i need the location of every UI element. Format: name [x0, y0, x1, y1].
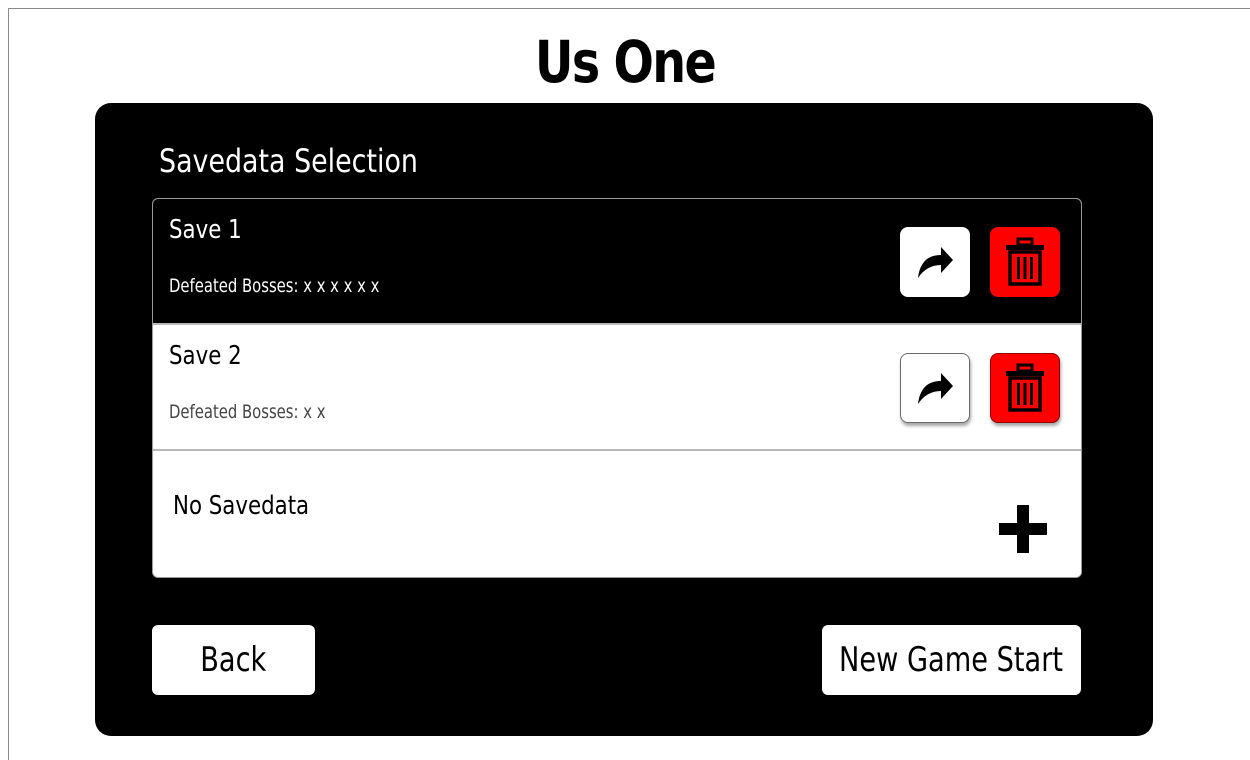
- trash-icon: [1006, 363, 1044, 412]
- trash-icon: [1006, 237, 1044, 286]
- load-save-1-button[interactable]: [900, 227, 970, 297]
- empty-save-slot[interactable]: No Savedata: [153, 451, 1081, 577]
- plus-icon: [999, 505, 1047, 553]
- delete-save-2-button[interactable]: [990, 353, 1060, 423]
- empty-slot-label: No Savedata: [173, 491, 310, 521]
- back-button[interactable]: Back: [152, 625, 315, 695]
- load-save-2-button[interactable]: [900, 353, 970, 423]
- app-title: Us One: [534, 28, 717, 96]
- delete-save-1-button[interactable]: [990, 227, 1060, 297]
- share-arrow-icon: [918, 247, 953, 278]
- savedata-panel: Savedata Selection Save 1 Defeated Bosse…: [95, 103, 1153, 736]
- panel-title: Savedata Selection: [159, 142, 418, 180]
- add-save-button[interactable]: [993, 499, 1053, 559]
- defeated-bosses-text: Defeated Bosses: x x x x x x: [169, 275, 380, 297]
- save-name: Save 1: [169, 215, 242, 245]
- defeated-bosses-text: Defeated Bosses: x x: [169, 401, 326, 423]
- save-list: Save 1 Defeated Bosses: x x x x x x Save…: [152, 198, 1082, 578]
- save-slot-1[interactable]: Save 1 Defeated Bosses: x x x x x x: [153, 199, 1081, 325]
- back-button-label: Back: [200, 640, 267, 680]
- save-name: Save 2: [169, 341, 242, 371]
- save-slot-2[interactable]: Save 2 Defeated Bosses: x x: [153, 325, 1081, 451]
- new-game-start-label: New Game Start: [839, 640, 1064, 680]
- new-game-start-button[interactable]: New Game Start: [822, 625, 1081, 695]
- share-arrow-icon: [918, 373, 953, 404]
